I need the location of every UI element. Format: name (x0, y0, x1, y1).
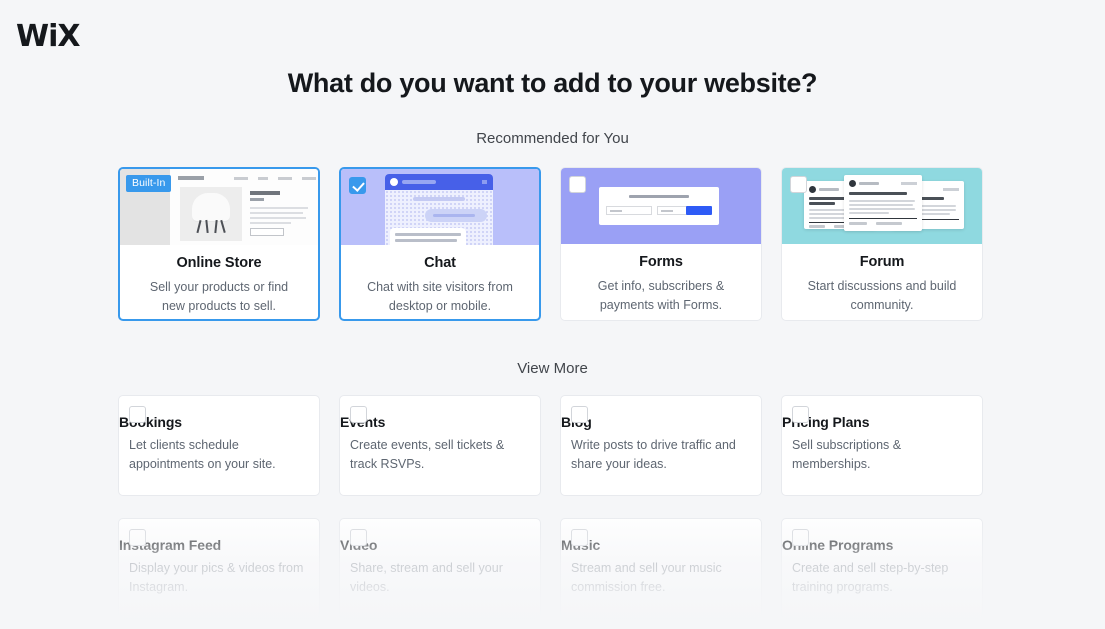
app-card-description: Share, stream and sell your videos. (350, 561, 503, 594)
app-checkbox-blog[interactable] (571, 406, 588, 423)
app-card-title: Bookings (119, 414, 182, 430)
app-checkbox-instagram-feed[interactable] (129, 529, 146, 546)
app-card-title: Pricing Plans (782, 414, 870, 430)
app-checkbox-chat[interactable] (349, 177, 366, 194)
app-checkbox-video[interactable] (350, 529, 367, 546)
app-card-title: Online Programs (782, 537, 894, 553)
recommended-grid: Built-In Online Store Sell your products… (118, 167, 984, 321)
app-card-forms[interactable]: Forms Get info, subscribers & payments w… (560, 167, 762, 321)
app-card-title: Online Store (176, 255, 262, 271)
app-card-title: Forms (639, 254, 683, 270)
page-title: What do you want to add to your website? (287, 68, 818, 98)
app-card-description: Create and sell step-by-step training pr… (792, 561, 949, 594)
app-card-events[interactable]: Events Create events, sell tickets & tra… (339, 395, 541, 496)
app-card-pricing-plans[interactable]: Pricing Plans Sell subscriptions & membe… (781, 395, 983, 496)
app-page: WiX What do you want to add to your webs… (0, 0, 1105, 629)
view-more-grid-row-2: Instagram Feed Display your pics & video… (118, 518, 984, 619)
app-card-description: Get info, subscribers & payments with Fo… (597, 279, 725, 312)
forum-thumbnail (782, 168, 982, 244)
app-card-title: Events (340, 414, 540, 430)
app-card-bookings[interactable]: Bookings Let clients schedule appointmen… (118, 395, 320, 496)
app-card-description: Write posts to drive traffic and share y… (571, 438, 736, 471)
recommended-section-label: Recommended for You (476, 130, 629, 147)
app-card-blog[interactable]: Blog Write posts to drive traffic and sh… (560, 395, 762, 496)
app-card-description: Chat with site visitors from desktop or … (367, 280, 513, 313)
app-card-forum[interactable]: Forum Start discussions and build commun… (781, 167, 983, 321)
app-card-title: Blog (561, 414, 761, 430)
app-checkbox-music[interactable] (571, 529, 588, 546)
view-more-section-label: View More (517, 360, 588, 377)
app-card-description: Sell your products or find new products … (149, 280, 289, 313)
app-card-title: Instagram Feed (119, 537, 222, 553)
app-checkbox-bookings[interactable] (129, 406, 146, 423)
app-card-description: Sell subscriptions & memberships. (792, 438, 902, 471)
app-card-chat[interactable]: Chat Chat with site visitors from deskto… (339, 167, 541, 321)
wix-logo[interactable]: WiX (16, 22, 81, 52)
app-checkbox-online-programs[interactable] (792, 529, 809, 546)
app-card-online-programs[interactable]: Online Programs Create and sell step-by-… (781, 518, 983, 619)
app-checkbox-forum[interactable] (790, 176, 807, 193)
app-card-title: Video (340, 537, 540, 553)
app-card-description: Create events, sell tickets & track RSVP… (350, 438, 505, 471)
app-card-instagram-feed[interactable]: Instagram Feed Display your pics & video… (118, 518, 320, 619)
app-card-online-store[interactable]: Built-In Online Store Sell your products… (118, 167, 320, 321)
app-card-description: Display your pics & videos from Instagra… (129, 561, 304, 594)
app-card-video[interactable]: Video Share, stream and sell your videos… (339, 518, 541, 619)
app-checkbox-events[interactable] (350, 406, 367, 423)
app-card-description: Stream and sell your music commission fr… (571, 561, 722, 594)
app-card-title: Chat (424, 255, 456, 271)
app-checkbox-forms[interactable] (569, 176, 586, 193)
app-card-description: Let clients schedule appointments on you… (129, 438, 276, 471)
app-checkbox-pricing-plans[interactable] (792, 406, 809, 423)
app-card-description: Start discussions and build community. (807, 279, 957, 312)
forms-thumbnail (561, 168, 761, 244)
built-in-badge: Built-In (126, 175, 172, 192)
online-store-thumbnail: Built-In (120, 169, 318, 245)
chat-thumbnail (341, 169, 539, 245)
view-more-grid-row-1: Bookings Let clients schedule appointmen… (118, 395, 984, 496)
app-card-title: Music (561, 537, 761, 553)
app-card-title: Forum (859, 254, 905, 270)
app-card-music[interactable]: Music Stream and sell your music commiss… (560, 518, 762, 619)
